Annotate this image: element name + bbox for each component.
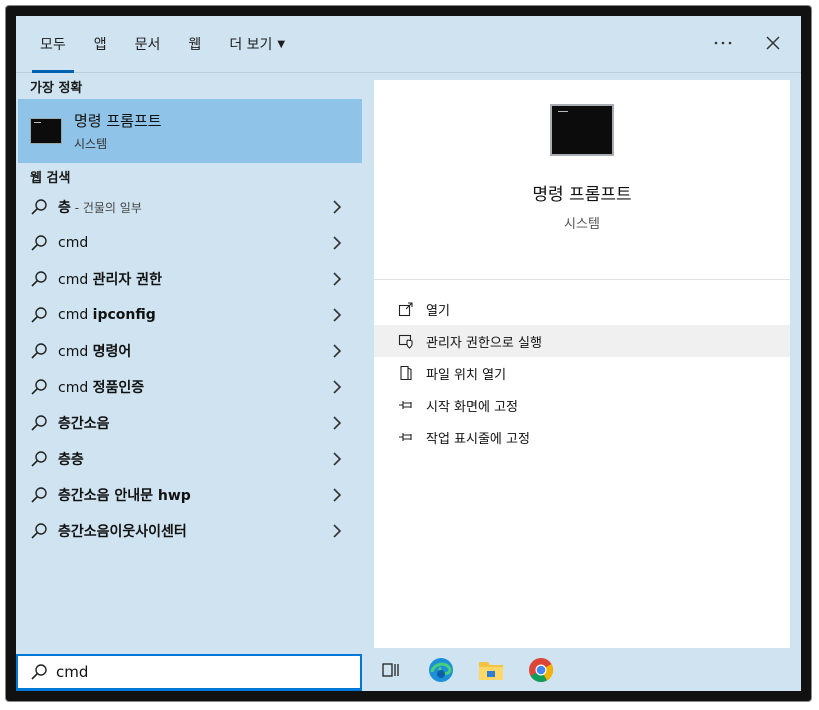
search-icon [31,271,47,287]
search-icon [31,235,47,251]
chevron-right-icon [333,344,342,358]
search-box[interactable] [16,654,362,691]
tab-more[interactable]: 더 보기 ▼ [215,16,299,72]
web-search-item[interactable]: cmd 정품인증 [16,369,362,405]
action-pin-to-start[interactable]: 시작 화면에 고정 [374,389,790,421]
action-open-file-location[interactable]: 파일 위치 열기 [374,357,790,389]
search-icon [31,307,47,323]
best-match-title: 명령 프롬프트 [74,112,162,130]
web-search-item[interactable]: 층간소음 [16,405,362,441]
web-search-list: 층 - 건물의 일부 cmd cmd 관리자 권한 cmd ipconfig c [16,189,362,549]
cmd-icon [30,118,62,144]
web-search-item[interactable]: cmd 관리자 권한 [16,261,362,297]
web-search-item[interactable]: 층간소음이웃사이센터 [16,513,362,549]
web-search-item[interactable]: cmd [16,225,362,261]
open-icon [398,302,413,317]
chevron-right-icon [333,200,342,214]
search-icon [31,487,47,503]
web-search-item[interactable]: cmd 명령어 [16,333,362,369]
chevron-right-icon [333,236,342,250]
preview-title: 명령 프롬프트 [532,185,632,205]
taskbar [374,651,554,689]
web-search-item[interactable]: 층 - 건물의 일부 [16,189,362,225]
search-input[interactable] [56,663,326,681]
search-icon [31,415,47,431]
web-search-item[interactable]: cmd ipconfig [16,297,362,333]
action-pin-to-taskbar[interactable]: 작업 표시줄에 고정 [374,421,790,453]
web-search-item[interactable]: 층층 [16,441,362,477]
tab-all[interactable]: 모두 [26,16,80,73]
file-location-icon [400,365,412,381]
chevron-right-icon [333,416,342,430]
chevron-right-icon [333,452,342,466]
tab-documents[interactable]: 문서 [121,16,175,72]
tab-web[interactable]: 웹 [174,16,215,72]
task-view-icon[interactable] [378,657,404,683]
search-icon [31,343,47,359]
chevron-right-icon [333,308,342,322]
caret-down-icon: ▼ [277,38,286,50]
best-match-item[interactable]: 명령 프롬프트 시스템 [18,99,362,163]
pin-icon [399,433,412,441]
search-icon [31,451,47,467]
chevron-right-icon [333,380,342,394]
chevron-right-icon [333,488,342,502]
action-list: 열기 관리자 권한으로 실행 파일 위치 열기 시작 화면에 고정 작업 표시줄… [374,280,790,453]
screenshot-frame: 모두 앱 문서 웹 더 보기▼ 가장 정확 명령 프롬프트 시스템 웹 검색 [6,6,811,701]
web-search-item[interactable]: 층간소음 안내문 hwp [16,477,362,513]
chrome-icon[interactable] [528,657,554,683]
preview-pane: 명령 프롬프트 시스템 열기 관리자 권한으로 실행 파일 위치 열기 시작 화… [374,80,790,648]
ellipsis-icon[interactable] [709,29,737,57]
search-header: 모두 앱 문서 웹 더 보기 ▼ [16,16,801,73]
pin-icon [399,401,412,409]
results-pane: 가장 정확 명령 프롬프트 시스템 웹 검색 층 - 건물의 일부 cmd cm… [16,73,362,648]
search-icon [31,523,47,539]
close-icon[interactable] [759,29,787,57]
best-match-subtitle: 시스템 [74,137,108,151]
best-match-label: 가장 정확 [30,80,83,96]
cmd-icon [550,104,614,156]
preview-header: 명령 프롬프트 시스템 [374,104,790,280]
search-icon [31,664,47,680]
search-window: 모두 앱 문서 웹 더 보기▼ 가장 정확 명령 프롬프트 시스템 웹 검색 [16,16,801,691]
search-icon [31,199,47,215]
action-run-as-admin[interactable]: 관리자 권한으로 실행 [374,325,790,357]
chevron-right-icon [333,272,342,286]
action-open[interactable]: 열기 [374,293,790,325]
web-search-label: 웹 검색 [30,170,71,186]
shield-icon [398,334,413,349]
filter-tabs: 모두 앱 문서 웹 더 보기 ▼ [16,16,299,73]
edge-icon[interactable] [428,657,454,683]
tab-apps[interactable]: 앱 [80,16,121,72]
file-explorer-icon[interactable] [478,657,504,683]
chevron-right-icon [333,524,342,538]
search-icon [31,379,47,395]
preview-subtitle: 시스템 [564,217,600,232]
